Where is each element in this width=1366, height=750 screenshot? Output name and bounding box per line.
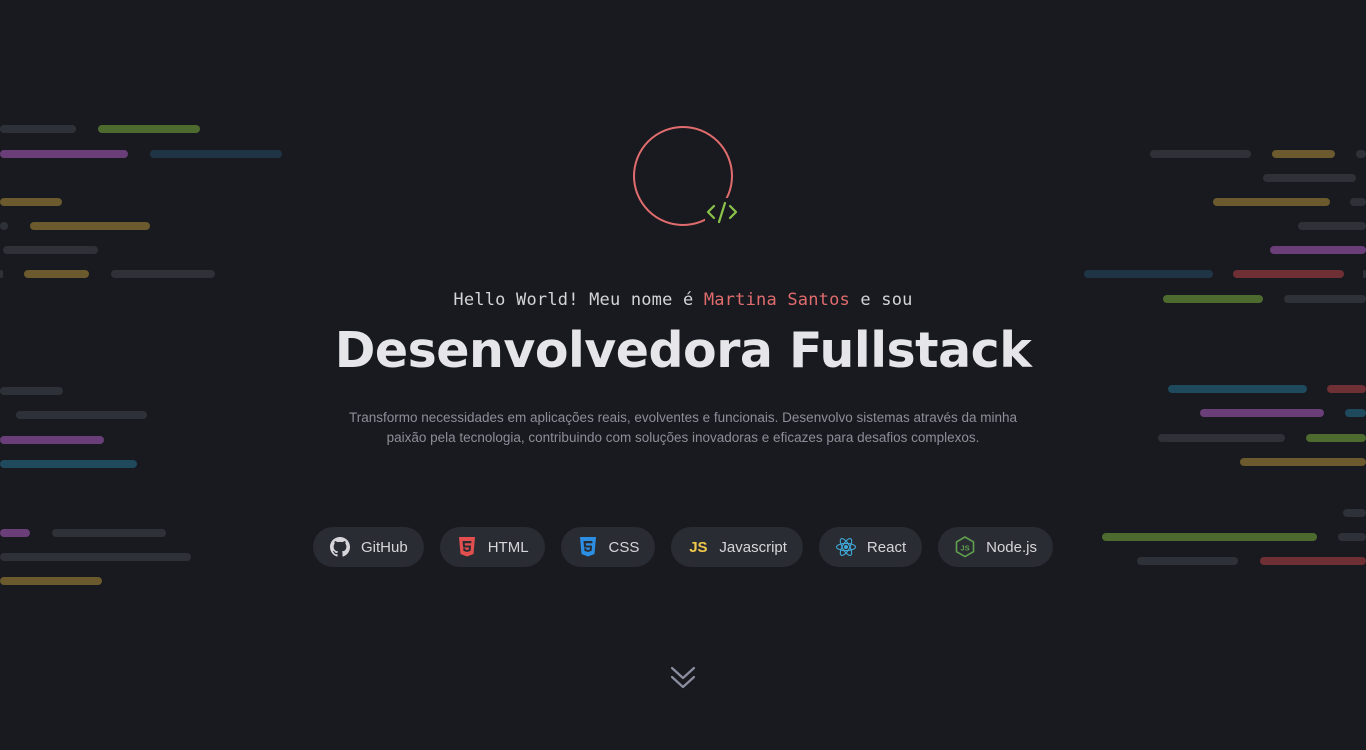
tech-list: GitHub HTML CSS JS Javascript React JS N… xyxy=(0,527,1366,567)
logo xyxy=(633,126,743,231)
code-icon xyxy=(705,198,739,226)
html5-icon xyxy=(456,536,478,558)
react-icon xyxy=(835,536,857,558)
tech-chip-nodejs[interactable]: JS Node.js xyxy=(938,527,1053,567)
page-title: Desenvolvedora Fullstack xyxy=(334,322,1032,379)
svg-text:JS: JS xyxy=(961,544,970,553)
js-icon: JS xyxy=(689,538,708,556)
intro-prefix: Hello World! Meu nome é xyxy=(453,290,704,310)
hero-section: Hello World! Meu nome é Martina Santos e… xyxy=(0,0,1366,750)
tech-label-nodejs: Node.js xyxy=(986,538,1037,556)
scroll-down-button[interactable] xyxy=(669,664,697,692)
tech-chip-javascript[interactable]: JS Javascript xyxy=(671,527,803,567)
intro-suffix: e sou xyxy=(849,290,913,310)
description-text: Transformo necessidades em aplicações re… xyxy=(348,410,1018,445)
tech-chip-css[interactable]: CSS xyxy=(560,527,656,567)
tech-label-html: HTML xyxy=(487,538,529,556)
tech-label-javascript: Javascript xyxy=(719,538,787,556)
tech-chip-react[interactable]: React xyxy=(818,527,923,567)
tech-chip-github[interactable]: GitHub xyxy=(313,527,424,567)
tech-chip-html[interactable]: HTML xyxy=(439,527,545,567)
tech-label-css: CSS xyxy=(608,538,640,556)
github-icon xyxy=(329,536,351,558)
nodejs-icon: JS xyxy=(954,536,976,558)
css3-icon xyxy=(577,536,599,558)
intro-text: Hello World! Meu nome é Martina Santos e… xyxy=(0,290,1366,310)
tech-label-github: GitHub xyxy=(361,538,408,556)
chevron-double-down-icon xyxy=(670,666,696,689)
developer-name: Martina Santos xyxy=(703,290,850,310)
tech-label-react: React xyxy=(866,538,907,556)
